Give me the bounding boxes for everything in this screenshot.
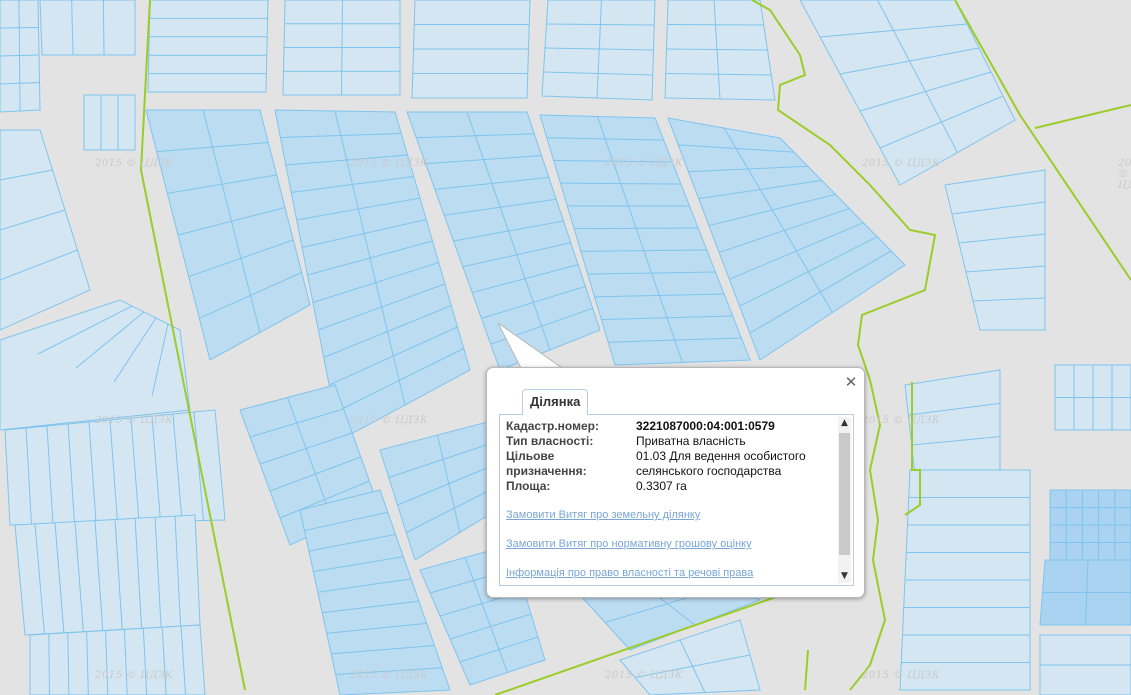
parcel-block[interactable] xyxy=(541,0,656,101)
parcel-block[interactable] xyxy=(664,0,776,101)
parcel-block[interactable] xyxy=(944,169,1046,331)
watermark-label: 2015 © ЦДЗК xyxy=(95,158,174,169)
parcel-block[interactable] xyxy=(0,299,191,431)
parcel-block[interactable] xyxy=(1049,489,1131,561)
attr-area: Площа: 0.3307 га xyxy=(506,479,831,494)
scrollbar-thumb[interactable] xyxy=(839,433,850,555)
parcel-info-popup: ✕ Ділянка Кадастр.номер: 3221087000:04:0… xyxy=(486,367,865,598)
parcel-attributes: Кадастр.номер: 3221087000:04:001:0579 Ти… xyxy=(506,419,831,494)
attr-ownership-type: Тип власності: Приватна власність xyxy=(506,434,831,449)
parcel-boundary xyxy=(102,0,105,56)
parcel-block[interactable] xyxy=(1039,634,1131,695)
parcel-block[interactable] xyxy=(1054,364,1131,431)
attr-label: Площа: xyxy=(506,479,551,493)
watermark-label: 2015 © ЦДЗК xyxy=(862,415,941,426)
attr-value: 0.3307 га xyxy=(636,479,687,493)
watermark-label: 2015 © ЦДЗК xyxy=(95,415,174,426)
parcel-block[interactable] xyxy=(39,0,136,56)
watermark-label: 2015 © ЦДЗК xyxy=(1118,158,1131,191)
popup-scrollbar[interactable]: ▲ ▼ xyxy=(838,417,851,583)
watermark-label: 2015 © ЦДЗК xyxy=(350,670,429,681)
scroll-up-icon[interactable]: ▲ xyxy=(838,417,851,430)
order-valuation-extract-link[interactable]: Замовити Витяг про нормативну грошову оц… xyxy=(506,538,752,550)
parcel-block[interactable] xyxy=(14,514,201,636)
attr-label: Цільове призначення: xyxy=(506,449,587,478)
parcel-block[interactable] xyxy=(0,0,41,113)
order-parcel-extract-link[interactable]: Замовити Витяг про земельну ділянку xyxy=(506,509,700,521)
attr-cadastral-number: Кадастр.номер: 3221087000:04:001:0579 xyxy=(506,419,831,434)
watermark-label: 2015 © ЦДЗК xyxy=(350,158,429,169)
attr-value: 3221087000:04:001:0579 xyxy=(636,419,775,433)
parcel-block[interactable] xyxy=(147,0,269,93)
attr-value: 01.03 Для ведення особистого селянського… xyxy=(636,449,806,478)
parcel-info-panel: Кадастр.номер: 3221087000:04:001:0579 Ти… xyxy=(499,414,854,586)
watermark-label: 2015 © ЦДЗК xyxy=(862,670,941,681)
watermark-label: 2015 © ЦДЗК xyxy=(605,158,684,169)
tab-parcel[interactable]: Ділянка xyxy=(522,389,589,415)
parcel-block[interactable] xyxy=(282,0,401,96)
ownership-rights-info-link[interactable]: Інформація про право власності та речові… xyxy=(506,567,753,579)
parcel-block[interactable] xyxy=(411,0,531,99)
parcel-block[interactable] xyxy=(0,129,91,331)
attr-label: Кадастр.номер: xyxy=(506,419,599,433)
parcel-block[interactable] xyxy=(83,94,136,151)
parcel-boundary xyxy=(48,633,50,695)
attr-value: Приватна власність xyxy=(636,434,746,448)
close-icon[interactable]: ✕ xyxy=(844,375,858,390)
attr-purpose: Цільове призначення: 01.03 Для ведення о… xyxy=(506,449,831,479)
watermark-label: 2015 © ЦДЗК xyxy=(95,670,174,681)
scroll-down-icon[interactable]: ▼ xyxy=(838,570,851,583)
watermark-label: 2015 © ЦДЗК xyxy=(350,415,429,426)
watermark-label: 2015 © ЦДЗК xyxy=(605,670,684,681)
watermark-label: 2015 © ЦДЗК xyxy=(862,158,941,169)
parcel-block[interactable] xyxy=(1039,559,1131,626)
attr-label: Тип власності: xyxy=(506,434,594,448)
parcel-block[interactable] xyxy=(29,624,206,695)
